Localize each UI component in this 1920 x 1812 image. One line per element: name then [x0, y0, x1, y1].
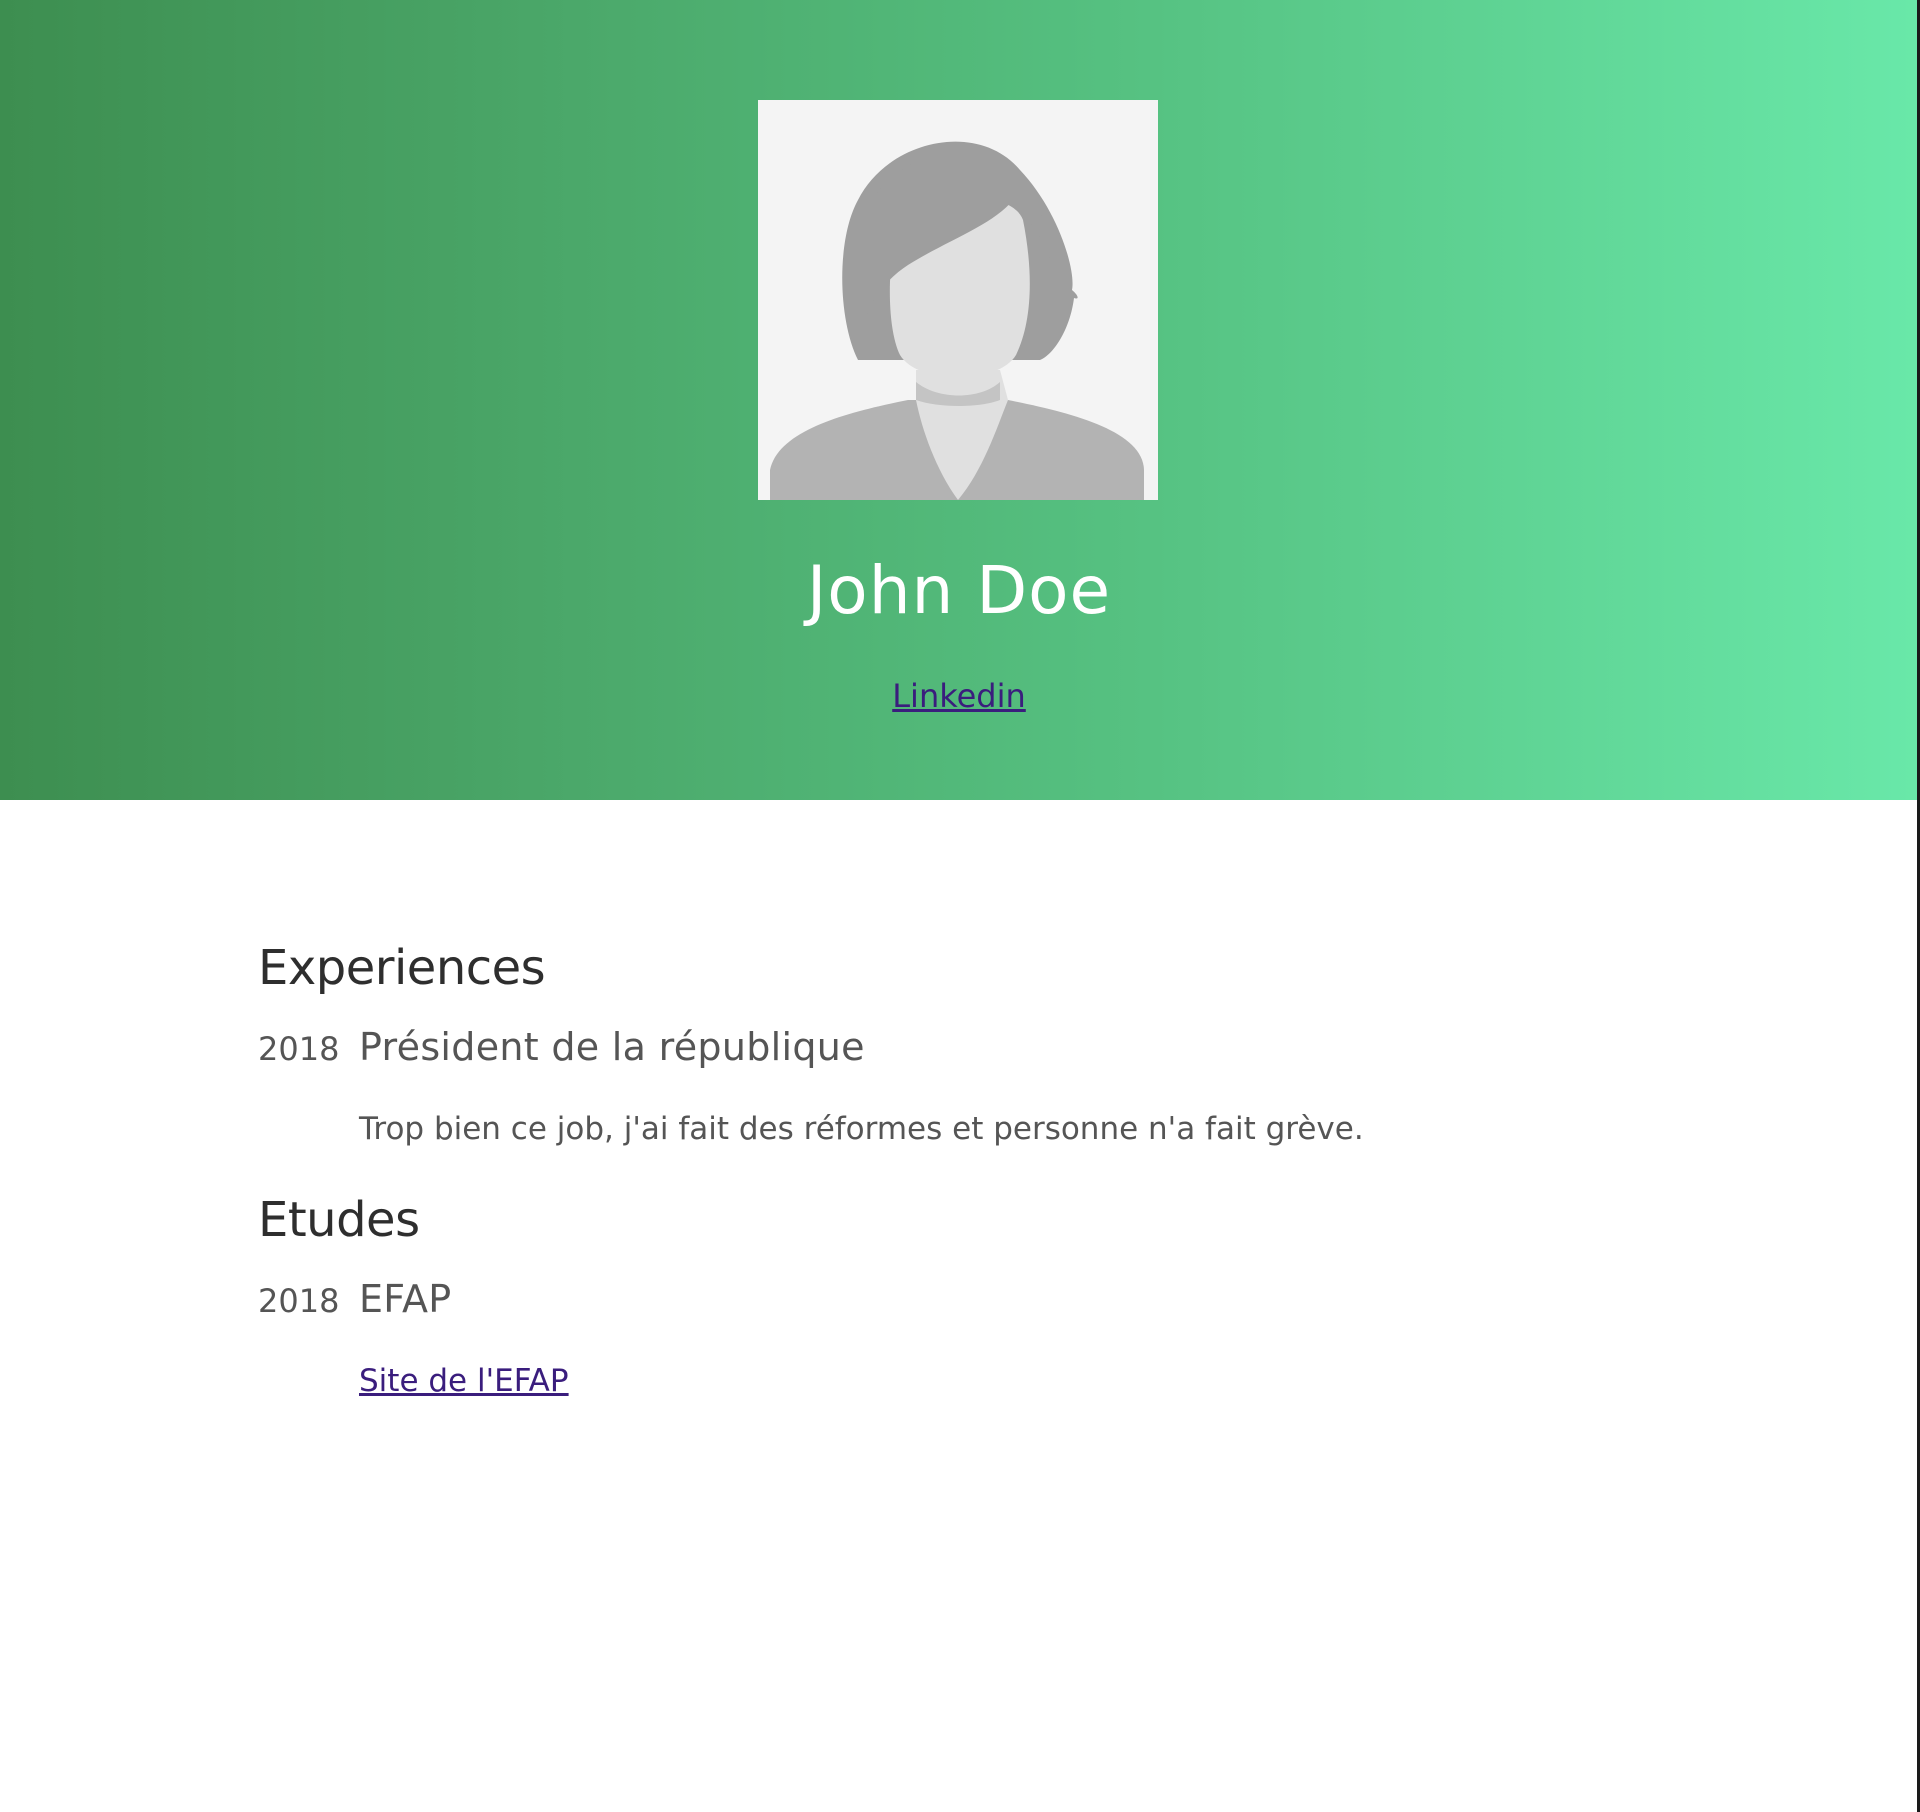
etudes-link-container: Site de l'EFAP: [359, 1359, 1658, 1403]
etudes-section: Etudes 2018 EFAP Site de l'EFAP: [258, 1187, 1658, 1403]
user-placeholder-icon: [758, 100, 1158, 500]
experience-entry: 2018 Président de la république: [258, 1023, 1658, 1071]
resume-content: Experiences 2018 Président de la républi…: [258, 935, 1658, 1403]
etudes-title: EFAP: [359, 1277, 452, 1321]
avatar: [758, 100, 1158, 500]
experience-description: Trop bien ce job, j'ai fait des réformes…: [359, 1111, 1364, 1147]
etudes-heading: Etudes: [258, 1192, 420, 1248]
profile-header: John Doe Linkedin: [0, 0, 1918, 800]
experiences-section: Experiences 2018 Président de la républi…: [258, 935, 1658, 1151]
efap-site-link[interactable]: Site de l'EFAP: [359, 1363, 569, 1399]
experience-year: 2018: [258, 1030, 340, 1068]
linkedin-link[interactable]: Linkedin: [892, 677, 1026, 715]
experience-title: Président de la république: [359, 1025, 865, 1069]
etudes-year: 2018: [258, 1282, 340, 1320]
profile-name: John Doe: [806, 552, 1112, 629]
experiences-heading: Experiences: [258, 940, 546, 996]
linkedin-link-container: Linkedin: [0, 674, 1918, 718]
etudes-entry: 2018 EFAP: [258, 1275, 1658, 1323]
